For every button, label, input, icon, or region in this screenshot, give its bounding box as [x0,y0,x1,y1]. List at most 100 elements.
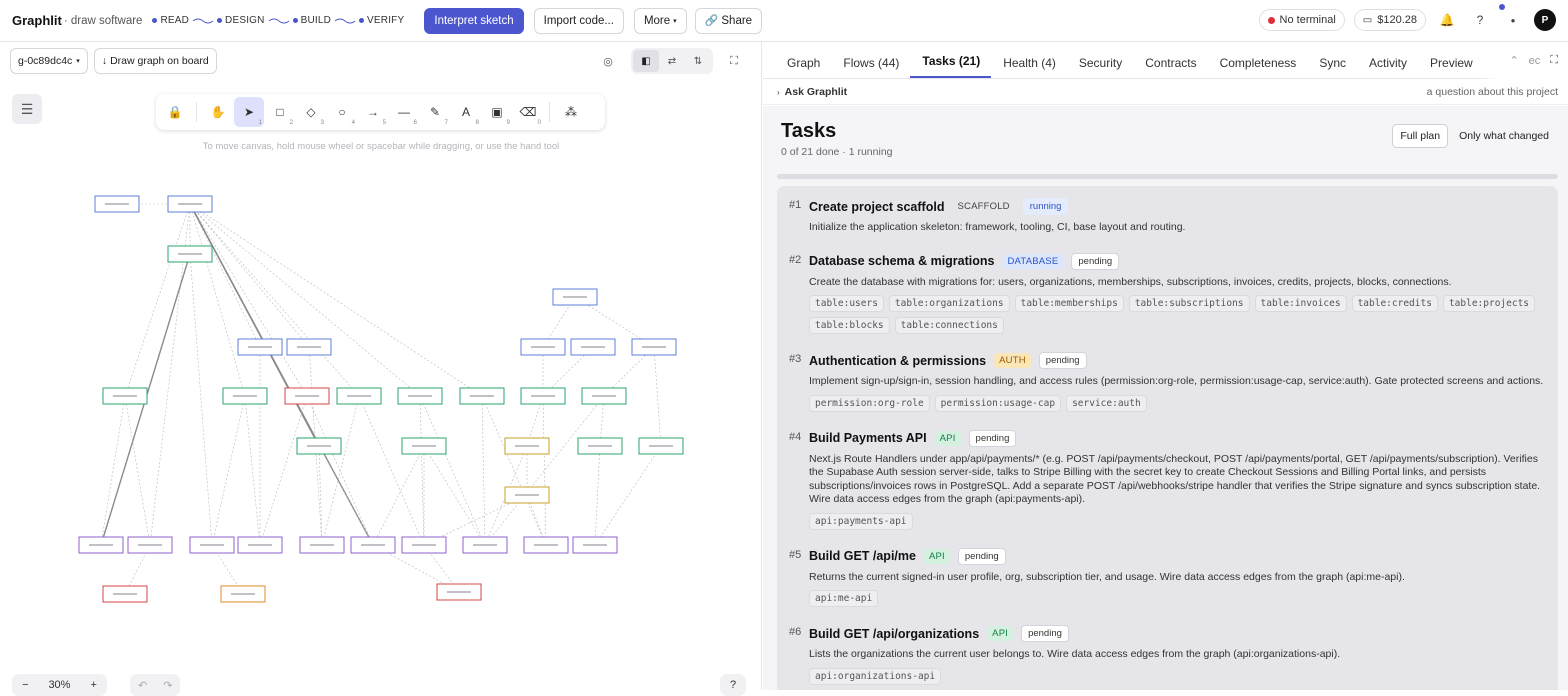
graph-edge[interactable] [542,395,547,546]
diamond-tool-icon[interactable]: ◇ 3 [296,97,326,127]
resource-chip[interactable]: table:subscriptions [1128,295,1250,312]
resource-chip[interactable]: table:invoices [1254,295,1347,312]
task-item[interactable]: #3 Authentication & permissions AUTH pendin… [789,352,1546,412]
resource-chip[interactable]: table:memberships [1014,295,1124,312]
tab-preview[interactable]: Preview [1418,42,1484,78]
graph-edge[interactable] [419,395,425,546]
zoom-out-button[interactable]: − [12,679,38,691]
rectangle-tool-icon[interactable]: □ 2 [265,97,295,127]
resource-chip[interactable]: api:me-api [809,590,879,607]
graph-select[interactable]: g-0c89dc4c ▾ [10,48,88,74]
graph-edge[interactable] [321,395,360,546]
graph-edge[interactable] [244,395,261,546]
graph-edge[interactable] [306,395,374,546]
split-view-button[interactable]: ◧ [633,50,659,72]
graph-edge[interactable] [189,203,483,397]
task-item[interactable]: #4 Build Payments API API pending Next.js Ro… [789,429,1546,530]
graph-edge[interactable] [358,395,425,546]
more-menu-button[interactable]: More ▾ [633,7,687,34]
swap-view-button[interactable]: ⇄ [659,50,685,72]
image-tool-icon[interactable]: ▣ 9 [482,97,512,127]
import-code-button[interactable]: Import code... [533,7,624,34]
full-plan-button[interactable]: Full plan [1392,124,1449,148]
graph-edge[interactable] [189,203,360,397]
resource-chip[interactable]: api:payments-api [809,512,913,530]
graph-edge[interactable] [653,346,662,447]
task-item[interactable]: #2 Database schema & migrations DATABASE pe… [789,252,1546,334]
graph-canvas[interactable] [0,172,762,652]
tab-flows[interactable]: Flows (44) [831,42,910,78]
fullscreen-button[interactable]: ⛶ [721,48,747,74]
step-read[interactable]: READ [152,15,189,26]
graph-edge[interactable] [100,395,126,546]
canvas-menu-button[interactable]: ☰ [12,94,42,124]
avatar[interactable]: P [1534,9,1556,31]
task-item[interactable]: #5 Build GET /api/me API pending Returns the… [789,547,1546,607]
zoom-in-button[interactable]: + [80,679,106,691]
step-build[interactable]: BUILD [292,15,331,26]
eraser-tool-icon[interactable]: ⌫ 0 [513,97,543,127]
resource-chip[interactable]: permission:usage-cap [934,394,1062,412]
panel-expand-icon[interactable]: ⛶ [1550,54,1558,67]
tab-activity[interactable]: Activity [1357,42,1418,78]
task-item[interactable]: #6 Build GET /api/organizations API pending… [789,625,1546,685]
tab-completeness[interactable]: Completeness [1208,42,1308,78]
tab-graph[interactable]: Graph [775,42,831,78]
vertical-view-button[interactable]: ⇅ [685,50,711,72]
ellipse-tool-icon[interactable]: ○ 4 [327,97,357,127]
line-tool-icon[interactable]: —6 [389,97,419,127]
more-tools-icon[interactable]: ⁂ [556,97,586,127]
graph-edge[interactable] [594,445,601,546]
tab-security[interactable]: Security [1067,42,1133,78]
tab-contracts[interactable]: Contracts [1133,42,1207,78]
select-tool-icon[interactable]: ➤ 1 [234,97,264,127]
graph-edge[interactable] [594,445,662,546]
app-brand[interactable]: Graphlit [12,13,62,28]
tabs-overflow-label[interactable]: ec [1529,55,1541,67]
target-button[interactable]: ◎ [595,48,621,74]
resource-chip[interactable]: table:credits [1351,295,1438,312]
graph-edge[interactable] [189,203,308,397]
step-verify[interactable]: VERIFY [359,15,404,26]
graph-edge[interactable] [189,203,246,397]
graph-edge[interactable] [484,395,605,546]
lock-icon[interactable]: 🔒 [160,97,190,127]
task-item[interactable]: #1 Create project scaffold SCAFFOLD running… [789,198,1546,235]
resource-chip[interactable]: table:organizations [888,295,1010,312]
graph-edge[interactable] [124,203,191,397]
graph-edge[interactable] [189,253,213,546]
theme-toggle-button[interactable]: ● [1499,4,1525,32]
graph-edge[interactable] [419,395,486,546]
resource-chip[interactable]: table:projects [1442,295,1536,312]
interpret-sketch-button[interactable]: Interpret sketch [424,7,524,34]
arrow-tool-icon[interactable]: → 5 [358,97,388,127]
resource-chip[interactable]: service:auth [1066,394,1147,412]
tab-health[interactable]: Health (4) [991,42,1067,78]
draw-graph-button[interactable]: ↓ Draw graph on board [93,48,217,74]
collapse-icon[interactable]: ⌃ [1509,54,1518,67]
share-button[interactable]: 🔗 Share [694,7,763,34]
hand-tool-icon[interactable]: ✋ [203,97,233,127]
step-design[interactable]: DESIGN [217,15,265,26]
tab-sync[interactable]: Sync [1307,42,1357,78]
resource-chip[interactable]: table:users [809,295,884,312]
resource-chip[interactable]: table:blocks [809,317,890,334]
graph-edge[interactable] [372,445,425,546]
graph-edge[interactable] [189,203,374,546]
graph-edge[interactable] [259,395,308,546]
graph-edge[interactable] [211,395,246,546]
resource-chip[interactable]: api:organizations-api [809,667,942,685]
graph-edge[interactable] [189,203,310,348]
resource-chip[interactable]: table:connections [894,317,1004,334]
ask-graphlit-bar[interactable]: › Ask Graphlit a question about this proj… [763,79,1568,105]
graph-edge[interactable] [481,395,547,546]
notifications-button[interactable]: 🔔 [1435,8,1459,32]
graph-edge[interactable] [124,395,151,546]
tab-tasks[interactable]: Tasks (21) [910,42,992,78]
graph-edge[interactable] [318,445,323,546]
text-tool-icon[interactable]: A8 [451,97,481,127]
help-button[interactable]: ? [1468,8,1492,32]
only-changed-button[interactable]: Only what changed [1452,125,1556,147]
graph-edge[interactable] [481,395,486,546]
resource-chip[interactable]: permission:org-role [809,394,930,412]
